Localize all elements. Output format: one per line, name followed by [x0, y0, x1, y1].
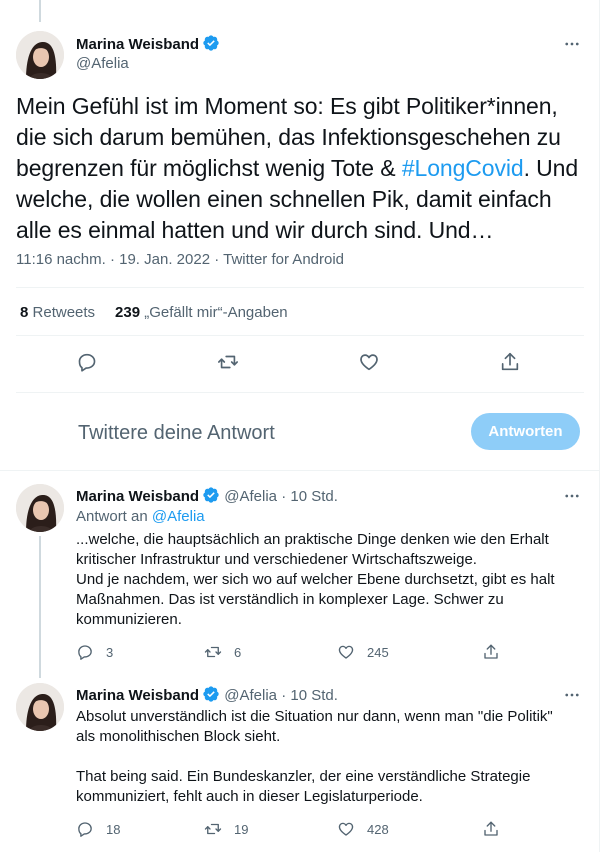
reply-to-prefix: Antwort an: [76, 508, 152, 525]
verified-badge-icon: [203, 487, 219, 503]
like-icon: [338, 822, 354, 836]
avatar[interactable]: [16, 484, 64, 532]
retweets-stat[interactable]: 8 Retweets: [20, 304, 95, 321]
reply-action-bar: 3 6 245: [0, 642, 600, 662]
avatar[interactable]: [16, 31, 64, 79]
retweet-action[interactable]: 6: [204, 642, 241, 662]
retweet-count: 6: [234, 644, 242, 660]
retweet-icon[interactable]: [217, 351, 241, 375]
more-icon[interactable]: [560, 685, 584, 705]
likes-label: „Gefällt mir“-Angaben: [144, 304, 288, 321]
share-icon[interactable]: [499, 351, 523, 375]
reply-time[interactable]: 10 Std.: [290, 488, 338, 505]
tweet-date[interactable]: 19. Jan. 2022: [119, 251, 210, 268]
divider: [16, 287, 584, 288]
tweet-detail-view: Marina Weisband @Afelia Mein Gefühl ist …: [0, 0, 600, 852]
share-icon: [484, 644, 498, 659]
retweet-count: 19: [234, 821, 249, 837]
meta-dot: ·: [281, 687, 287, 704]
thread-connector-top: [39, 0, 41, 22]
divider: [16, 392, 584, 393]
reply-icon: [78, 822, 92, 837]
retweet-icon: [204, 823, 222, 835]
more-icon[interactable]: [560, 34, 584, 54]
reply-icon: [78, 645, 92, 660]
retweet-icon: [204, 646, 222, 658]
reply-count: 18: [106, 821, 121, 837]
author-handle[interactable]: @Afelia: [76, 55, 129, 72]
verified-badge-icon: [203, 35, 219, 51]
reply-header: Marina Weisband @Afelia · 10 Std.: [76, 685, 338, 704]
reply-action-bar: 18 19 428: [0, 819, 600, 839]
avatar[interactable]: [16, 683, 64, 731]
share-action[interactable]: [482, 642, 500, 662]
divider: [16, 335, 584, 336]
reply-icon[interactable]: [76, 351, 100, 375]
reply-button[interactable]: Antworten: [471, 413, 580, 450]
hashtag-link[interactable]: #LongCovid: [402, 155, 524, 181]
tweet-time[interactable]: 11:16 nachm.: [16, 251, 106, 268]
like-count: 428: [367, 821, 389, 837]
retweets-count: 8: [20, 304, 29, 321]
reply-to-line: Antwort an @Afelia: [76, 508, 205, 525]
author-name[interactable]: Marina Weisband: [76, 36, 199, 53]
retweet-action[interactable]: 19: [204, 819, 248, 839]
reply-action[interactable]: 18: [76, 819, 120, 839]
like-count: 245: [367, 644, 389, 660]
share-action[interactable]: [482, 819, 500, 839]
verified-badge-icon: [203, 686, 219, 702]
likes-stat[interactable]: 239 „Gefällt mir“-Angaben: [115, 304, 288, 321]
reply-time[interactable]: 10 Std.: [290, 687, 338, 704]
like-icon[interactable]: [358, 351, 382, 375]
author-name-row[interactable]: Marina Weisband: [76, 34, 220, 54]
tweet-meta: 11:16 nachm. · 19. Jan. 2022 · Twitter f…: [16, 251, 344, 268]
likes-count: 239: [115, 304, 141, 321]
meta-dot: ·: [214, 251, 220, 268]
like-action[interactable]: 428: [337, 819, 389, 839]
retweets-label: Retweets: [32, 304, 96, 321]
reply-to-handle[interactable]: @Afelia: [152, 508, 205, 525]
reply-text: ...welche, die hauptsächlich an praktisc…: [76, 531, 555, 628]
reply-compose-input[interactable]: Twittere deine Antwort: [78, 422, 275, 445]
reply-count: 3: [106, 644, 114, 660]
reply-text: Absolut unverständlich ist die Situation…: [76, 708, 553, 805]
reply-header: Marina Weisband @Afelia · 10 Std.: [76, 486, 338, 505]
share-icon: [484, 821, 498, 836]
meta-dot: ·: [281, 488, 287, 505]
tweet-action-bar: [0, 351, 600, 377]
reply-action[interactable]: 3: [76, 642, 113, 662]
more-icon[interactable]: [560, 486, 584, 506]
author-name[interactable]: Marina Weisband: [76, 687, 199, 704]
author-name[interactable]: Marina Weisband: [76, 488, 199, 505]
divider: [0, 470, 600, 471]
tweet-text: Mein Gefühl ist im Moment so: Es gibt Po…: [16, 91, 586, 246]
like-action[interactable]: 245: [337, 642, 389, 662]
like-icon: [338, 645, 354, 659]
meta-dot: ·: [109, 251, 115, 268]
author-handle[interactable]: @Afelia: [224, 687, 277, 704]
author-handle[interactable]: @Afelia: [224, 488, 277, 505]
tweet-source[interactable]: Twitter for Android: [223, 251, 344, 268]
tweet-stats: 8 Retweets 239 „Gefällt mir“-Angaben: [20, 304, 288, 321]
